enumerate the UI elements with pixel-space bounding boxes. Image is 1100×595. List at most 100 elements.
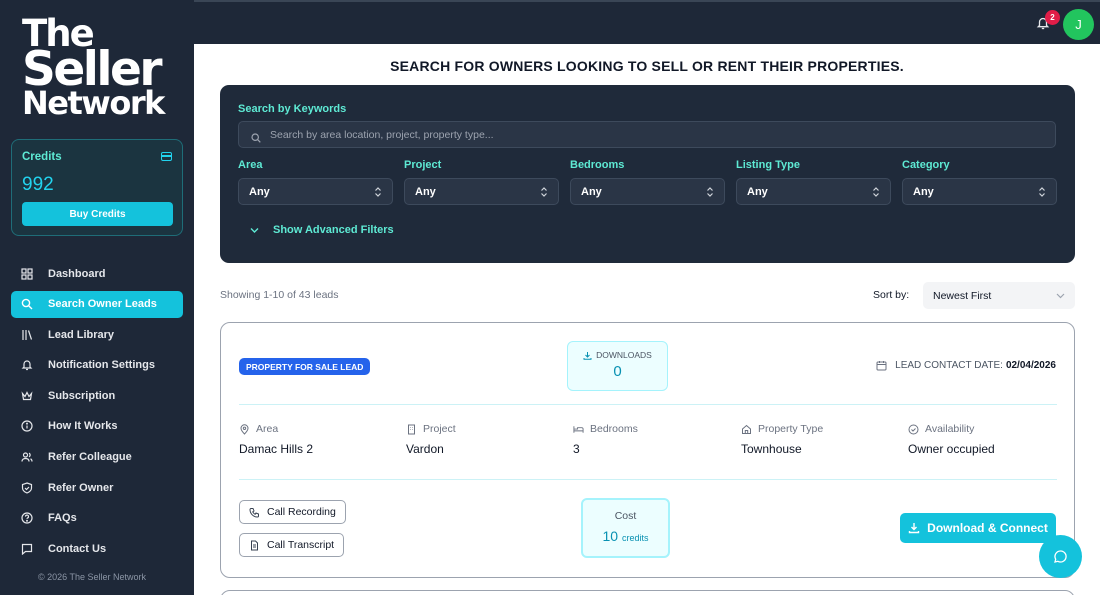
credit-card-icon [161,152,172,161]
sidebar-item-lead-library[interactable]: Lead Library [11,321,183,348]
sidebar-item-subscription[interactable]: Subscription [11,382,183,409]
chevron-down-icon [250,227,259,233]
attribute-value: Townhouse [741,442,802,456]
sidebar-item-faqs[interactable]: FAQs [11,505,183,532]
sidebar-item-label: Refer Owner [48,481,114,494]
listing-type-select[interactable]: Any [736,178,891,205]
attribute-area: Area Damac Hills 2 [239,423,399,456]
main-content: SEARCH FOR OWNERS LOOKING TO SELL OR REN… [194,44,1100,595]
contact-date-label: LEAD CONTACT DATE: [895,360,1003,371]
pin-icon [240,423,249,435]
attribute-property-type: Property Type Townhouse [741,423,901,456]
calendar-icon [876,361,887,371]
downloads-label: DOWNLOADS [596,350,652,360]
attribute-project: Project Vardon [406,423,566,456]
select-value: Any [913,185,934,198]
filter-listing-type: Listing Type Any [736,159,891,205]
top-bar: 2 J [194,0,1100,44]
lead-contact-date: LEAD CONTACT DATE: 02/04/2026 [876,360,1056,371]
buy-credits-button[interactable]: Buy Credits [22,202,173,226]
check-circle-icon [908,424,919,434]
advanced-filters-label: Show Advanced Filters [273,224,394,236]
search-icon [21,298,33,310]
attribute-label: Project [423,423,456,435]
filter-bedrooms: Bedrooms Any [570,159,725,205]
credits-label: Credits [22,151,62,163]
filter-label: Area [238,159,263,171]
bell-icon [21,359,33,371]
sidebar-item-label: Lead Library [48,328,115,341]
sidebar-item-search-owner-leads[interactable]: Search Owner Leads [11,290,183,318]
cost-value: 10 [602,528,619,544]
cost-box: Cost 10 credits [581,498,670,558]
project-select[interactable]: Any [404,178,559,205]
sidebar-item-notification-settings[interactable]: Notification Settings [11,352,183,379]
search-panel: Search by Keywords Search by area locati… [220,85,1075,263]
search-icon [251,130,261,143]
chevron-up-down-icon [375,186,381,197]
info-icon [21,420,33,433]
attribute-label: Area [256,423,279,435]
credits-card: Credits 992 Buy Credits [11,139,183,236]
chevron-down-icon [1056,293,1065,298]
document-icon [251,540,258,550]
sidebar-item-label: Dashboard [48,267,106,280]
show-advanced-filters-button[interactable]: Show Advanced Filters [250,224,394,236]
download-connect-button[interactable]: Download & Connect [900,513,1056,543]
filter-label: Category [902,159,950,171]
download-icon [583,351,592,360]
cost-unit: credits [621,533,649,543]
sidebar-item-contact-us[interactable]: Contact Us [11,535,183,562]
filter-label: Listing Type [736,159,800,171]
attribute-label: Property Type [758,423,824,435]
sidebar-item-how-it-works[interactable]: How It Works [11,413,183,440]
credits-value: 992 [22,174,54,195]
sidebar-item-refer-owner[interactable]: Refer Owner [11,474,183,501]
attribute-availability: Availability Owner occupied [908,423,1068,456]
sort-label: Sort by: [873,289,910,301]
select-value: Any [415,185,436,198]
avatar[interactable]: J [1063,9,1094,40]
attribute-label: Bedrooms [590,423,638,435]
filter-project: Project Any [404,159,559,205]
attribute-label: Availability [925,423,975,435]
keywords-search-input[interactable]: Search by area location, project, proper… [238,121,1056,148]
call-transcript-button[interactable]: Call Transcript [239,533,345,557]
notification-count-badge: 2 [1045,10,1060,25]
brand-logo[interactable]: The Seller Network [22,15,165,123]
results-count: Showing 1-10 of 43 leads [220,289,339,301]
attribute-value: Owner occupied [908,442,995,456]
chevron-up-down-icon [541,186,547,197]
call-recording-button[interactable]: Call Recording [239,500,346,524]
sort-select[interactable]: Newest First [923,282,1075,309]
category-select[interactable]: Any [902,178,1057,205]
attribute-bedrooms: Bedrooms 3 [573,423,733,456]
select-value: Any [747,185,768,198]
shield-icon [21,482,33,494]
sidebar-item-refer-colleague[interactable]: Refer Colleague [11,444,183,471]
downloads-value: 0 [613,363,622,380]
attribute-value: 3 [573,442,580,456]
home-icon [742,424,751,434]
bed-icon [573,425,584,433]
chat-widget-button[interactable] [1039,535,1082,578]
sidebar-item-label: Refer Colleague [48,451,132,464]
message-icon [21,543,33,555]
lead-type-badge: PROPERTY FOR SALE LEAD [239,358,371,375]
sidebar-item-label: Subscription [48,389,116,402]
sidebar-item-label: Contact Us [48,542,107,555]
sidebar-nav: Dashboard Search Owner Leads Lead Librar… [11,260,183,566]
copyright: © 2026 The Seller Network [38,572,147,582]
chat-icon [1054,550,1067,563]
select-value: Any [581,185,602,198]
chevron-up-down-icon [873,186,879,197]
bedrooms-select[interactable]: Any [570,178,725,205]
logo-line-3: Network [22,84,165,123]
sidebar-item-label: Search Owner Leads [48,298,157,311]
keywords-placeholder: Search by area location, project, proper… [270,128,494,141]
area-select[interactable]: Any [238,178,393,205]
sidebar-item-dashboard[interactable]: Dashboard [11,260,183,287]
sidebar-item-label: How It Works [48,420,118,433]
call-transcript-label: Call Transcript [267,539,335,551]
downloads-box: DOWNLOADS 0 [567,341,668,391]
